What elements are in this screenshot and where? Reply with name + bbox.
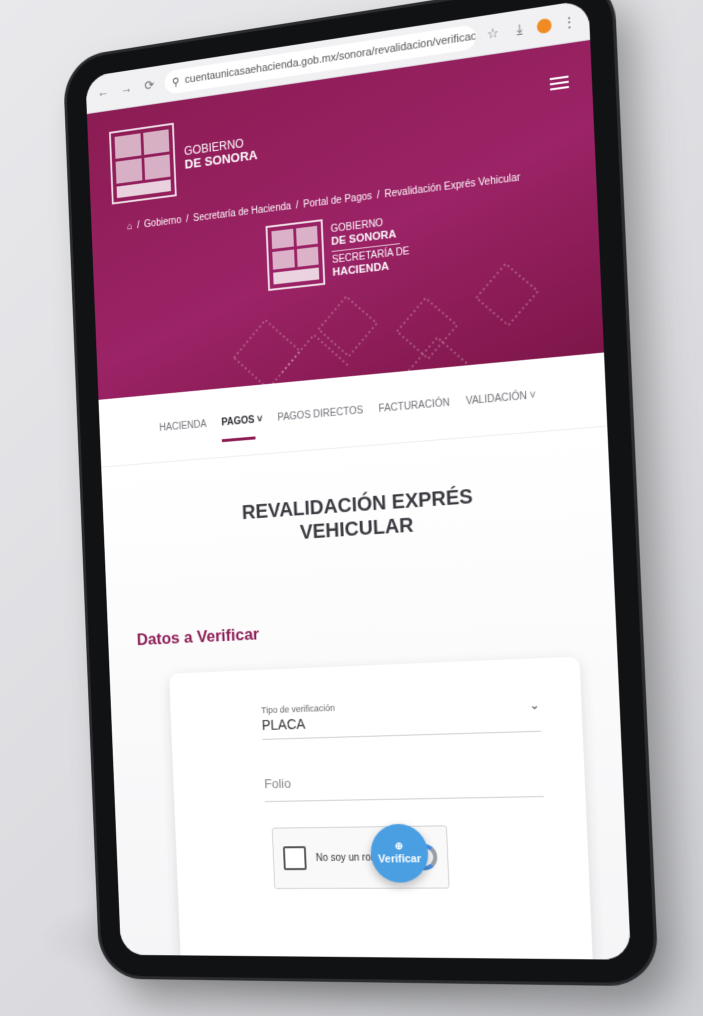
breadcrumb-item[interactable]: Gobierno (144, 215, 182, 230)
breadcrumb-item[interactable]: Portal de Pagos (303, 191, 372, 211)
tablet-screen: ← → ⟳ ⚲ cuentaunicasaehacienda.gob.mx/so… (85, 0, 631, 960)
breadcrumb-item[interactable]: Secretaría de Hacienda (193, 201, 291, 224)
main-content: REVALIDACIÓN EXPRÉS VEHICULAR Datos a Ve… (101, 427, 631, 960)
site-info-icon[interactable]: ⚲ (172, 75, 180, 89)
home-icon[interactable]: ⌂ (127, 221, 133, 232)
breadcrumb-current: Revalidación Exprés Vehicular (384, 172, 520, 200)
chevron-down-icon[interactable]: ⌄ (529, 698, 540, 713)
hamburger-menu-icon[interactable] (550, 72, 570, 93)
nav-item-hacienda[interactable]: HACIENDA (159, 413, 207, 439)
folio-input[interactable]: Folio (264, 770, 544, 802)
nav-item-pagos-directos[interactable]: PAGOS DIRECTOS (277, 399, 363, 429)
nav-item-pagos[interactable]: PAGOS ˅ (221, 408, 263, 434)
tipo-verificacion-select[interactable]: Tipo de verificación PLACA ⌄ (261, 696, 541, 740)
back-icon[interactable]: ← (95, 83, 112, 103)
verify-label: Verificar (378, 853, 421, 865)
sonora-crest-icon (109, 123, 177, 205)
profile-icon[interactable] (537, 18, 552, 35)
nav-item-validacion[interactable]: VALIDACIÓN ˅ (465, 383, 536, 413)
menu-icon[interactable]: ⋮ (559, 12, 579, 33)
gov-logo-text: GOBIERNO DE SONORA (184, 134, 258, 171)
tablet-device: ← → ⟳ ⚲ cuentaunicasaehacienda.gob.mx/so… (65, 0, 655, 983)
download-icon[interactable]: ⤓ (510, 19, 529, 40)
page-title: REVALIDACIÓN EXPRÉS VEHICULAR (180, 480, 542, 553)
scene: ← → ⟳ ⚲ cuentaunicasaehacienda.gob.mx/so… (0, 0, 703, 1016)
section-heading: Datos a Verificar (136, 608, 588, 650)
star-icon[interactable]: ☆ (483, 23, 502, 44)
forward-icon[interactable]: → (118, 79, 135, 99)
reload-icon[interactable]: ⟳ (141, 76, 158, 96)
gov-logo[interactable]: GOBIERNO DE SONORA (109, 111, 259, 205)
folio-placeholder: Folio (264, 776, 291, 791)
recaptcha-checkbox[interactable] (283, 846, 307, 870)
verify-icon: ⊕ (395, 841, 404, 853)
nav-item-facturacion[interactable]: FACTURACIÓN (378, 391, 450, 420)
verification-form: Tipo de verificación PLACA ⌄ Folio No so… (169, 656, 593, 959)
